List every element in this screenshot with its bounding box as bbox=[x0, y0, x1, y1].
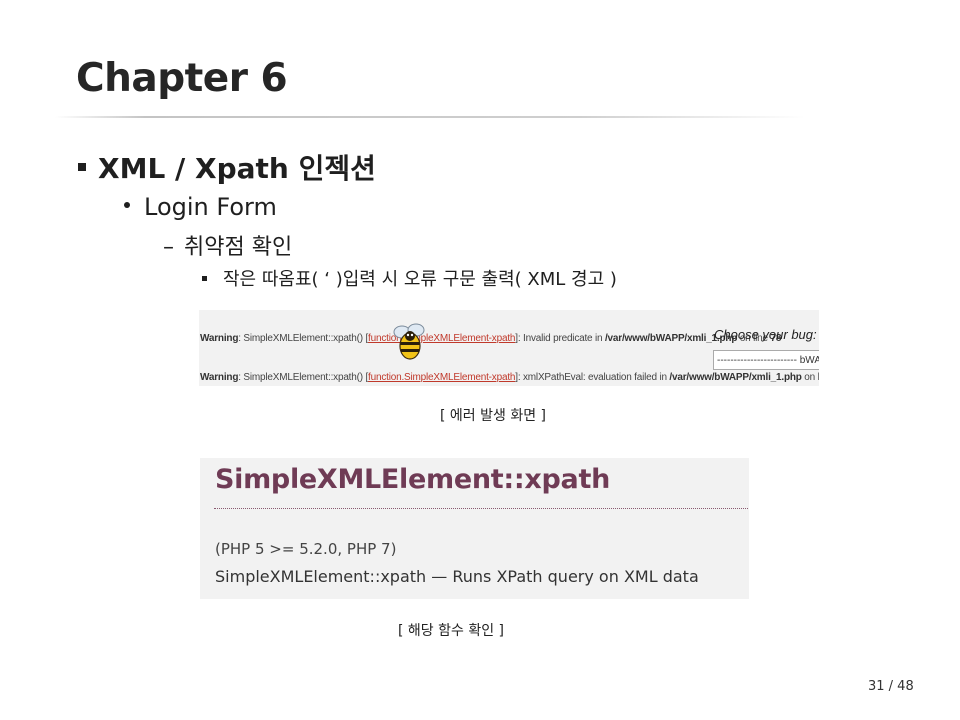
title-divider bbox=[55, 116, 805, 118]
bullet-level3: – 취약점 확인 bbox=[163, 229, 292, 261]
bee-mascot-icon bbox=[393, 323, 425, 360]
function-doc-link[interactable]: function.SimpleXMLElement-xpath bbox=[368, 372, 515, 383]
bullet-level3-text: 취약점 확인 bbox=[184, 235, 293, 260]
round-bullet-icon bbox=[124, 202, 130, 208]
bug-select-dropdown[interactable]: ------------------------ bWAPP v2 bbox=[713, 350, 819, 370]
page-number: 31 / 48 bbox=[868, 679, 914, 694]
bullet-level1: XML / Xpath 인젝션 bbox=[78, 147, 376, 187]
bullet-level2-text: Login Form bbox=[144, 193, 277, 221]
doc-function-description: SimpleXMLElement::xpath — Runs XPath que… bbox=[215, 567, 699, 586]
error-screenshot: Warning: SimpleXMLElement::xpath() [func… bbox=[199, 310, 819, 386]
slide-title: Chapter 6 bbox=[76, 56, 288, 101]
bullet-level4: 작은 따옴표( ‘ )입력 시 오류 구문 출력( XML 경고 ) bbox=[202, 265, 617, 291]
bullet-level1-text: XML / Xpath 인젝션 bbox=[98, 152, 376, 185]
php-doc-screenshot: SimpleXMLElement::xpath (PHP 5 >= 5.2.0,… bbox=[200, 458, 749, 599]
doc-dotted-divider bbox=[214, 508, 748, 509]
doc-function-title: SimpleXMLElement::xpath bbox=[215, 464, 610, 495]
bullet-level2: Login Form bbox=[124, 193, 277, 221]
doc-php-version: (PHP 5 >= 5.2.0, PHP 7) bbox=[215, 540, 397, 558]
warning-message-1: Warning: SimpleXMLElement::xpath() [func… bbox=[200, 333, 782, 344]
choose-bug-label: Choose your bug: bbox=[714, 327, 817, 342]
small-square-bullet-icon bbox=[202, 275, 207, 281]
function-doc-link[interactable]: function.SimpleXMLElement-xpath bbox=[368, 333, 515, 344]
error-screenshot-caption: [ 에러 발생 화면 ] bbox=[440, 408, 547, 424]
dash-bullet-icon: – bbox=[163, 235, 174, 260]
warning-message-2: Warning: SimpleXMLElement::xpath() [func… bbox=[200, 372, 819, 383]
doc-screenshot-caption: [ 해당 함수 확인 ] bbox=[398, 623, 505, 639]
square-bullet-icon bbox=[78, 163, 86, 171]
bullet-level4-text: 작은 따옴표( ‘ )입력 시 오류 구문 출력( XML 경고 ) bbox=[223, 269, 617, 290]
